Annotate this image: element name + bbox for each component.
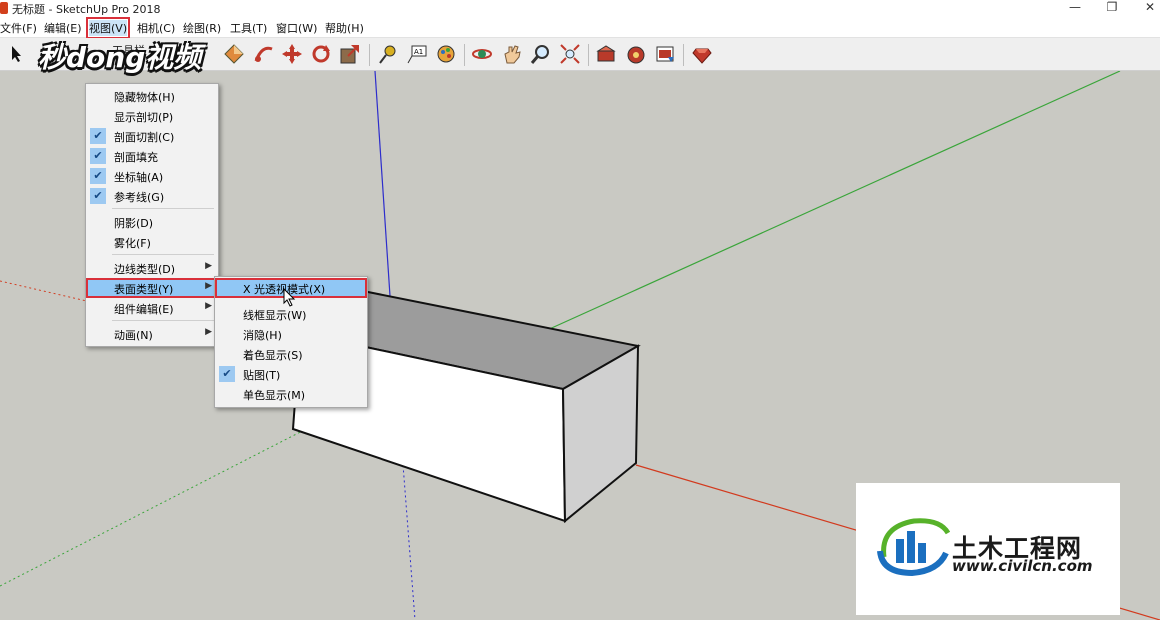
site-logo-url: www.civilcn.com: [952, 557, 1093, 575]
sketchup-app-icon: [0, 2, 8, 14]
checkmark-icon: ✔: [90, 128, 106, 144]
text-icon[interactable]: A1: [405, 42, 429, 66]
menu-bar: 文件(F) 编辑(E) 视图(V) 相机(C) 绘图(R) 工具(T) 窗口(W…: [0, 17, 1160, 39]
window-title: 无标题 - SketchUp Pro 2018: [12, 3, 161, 16]
close-button[interactable]: ✕: [1130, 0, 1160, 17]
menu-item-label: 贴图(T): [243, 369, 281, 382]
ruby-icon[interactable]: [690, 42, 714, 66]
zoom-extents-icon[interactable]: [558, 42, 582, 66]
site-logo-box: 土木工程网 www.civilcn.com: [856, 483, 1120, 615]
menu-edit[interactable]: 编辑(E): [44, 20, 82, 36]
toolbar-separator: [464, 44, 465, 66]
zoom-icon[interactable]: [529, 42, 553, 66]
face-style-hidden-line[interactable]: 消隐(H): [215, 324, 367, 344]
view-menu-axes[interactable]: ✔ 坐标轴(A): [86, 166, 218, 186]
menu-tools[interactable]: 工具(T): [230, 20, 267, 36]
menu-item-label: 雾化(F): [114, 237, 151, 250]
menu-separator: [112, 254, 214, 255]
checkmark-icon: ✔: [219, 366, 235, 382]
face-style-monochrome[interactable]: 单色显示(M): [215, 384, 367, 404]
view-menu-component-edit[interactable]: 组件编辑(E) ▶: [86, 298, 218, 318]
menu-item-label: 阴影(D): [114, 217, 154, 230]
toolbar-separator: [588, 44, 589, 66]
submenu-arrow-icon: ▶: [205, 327, 212, 337]
move-icon[interactable]: [280, 42, 304, 66]
svg-text:A1: A1: [414, 48, 423, 56]
menu-view[interactable]: 视图(V): [85, 17, 131, 39]
menu-separator: [112, 320, 214, 321]
menu-item-label: 参考线(G): [114, 191, 165, 204]
submenu-arrow-icon: ▶: [205, 301, 212, 311]
menu-item-label: 显示剖切(P): [114, 111, 174, 124]
view-menu-guides[interactable]: ✔ 参考线(G): [86, 186, 218, 206]
menu-item-label: 单色显示(M): [243, 389, 306, 402]
menu-item-label: 剖面填充: [114, 151, 158, 164]
toolbar-separator: [369, 44, 370, 66]
paint-icon[interactable]: [434, 42, 458, 66]
video-watermark: 秒dong视频: [38, 41, 202, 74]
menu-item-label: 边线类型(D): [114, 263, 176, 276]
menu-separator: [112, 208, 214, 209]
view-menu-fog[interactable]: 雾化(F): [86, 232, 218, 252]
menu-help[interactable]: 帮助(H): [325, 20, 364, 36]
checkmark-icon: ✔: [90, 188, 106, 204]
scale-icon[interactable]: [338, 42, 362, 66]
minimize-button[interactable]: —: [1055, 0, 1095, 17]
pan-icon[interactable]: [500, 42, 524, 66]
menu-item-label: 隐藏物体(H): [114, 91, 175, 104]
checkmark-icon: ✔: [90, 148, 106, 164]
view-menu-shadows[interactable]: 阴影(D): [86, 212, 218, 232]
view-menu-animation[interactable]: 动画(N) ▶: [86, 324, 218, 344]
orbit-icon[interactable]: [470, 42, 494, 66]
menu-window[interactable]: 窗口(W): [276, 20, 317, 36]
view-menu-dropdown: 隐藏物体(H) 显示剖切(P) ✔ 剖面切割(C) ✔ 剖面填充 ✔ 坐标轴(A…: [85, 83, 219, 347]
view-menu-hide-objects[interactable]: 隐藏物体(H): [86, 86, 218, 106]
view-menu-show-section-planes[interactable]: 显示剖切(P): [86, 106, 218, 126]
view-menu-edge-style[interactable]: 边线类型(D) ▶: [86, 258, 218, 278]
title-bar: 无标题 - SketchUp Pro 2018 — ❐ ✕: [0, 0, 1160, 17]
menu-file[interactable]: 文件(F): [0, 20, 37, 36]
menu-item-label: 坐标轴(A): [114, 171, 164, 184]
view-menu-section-fill[interactable]: ✔ 剖面填充: [86, 146, 218, 166]
push-pull-icon[interactable]: [222, 42, 246, 66]
checkmark-icon: ✔: [90, 168, 106, 184]
view-menu-face-style[interactable]: 表面类型(Y) ▶: [86, 278, 218, 298]
rotate-icon[interactable]: [309, 42, 333, 66]
components-icon[interactable]: [594, 42, 618, 66]
submenu-arrow-icon: ▶: [205, 281, 212, 291]
menu-item-label: 表面类型(Y): [114, 283, 174, 296]
warehouse-icon[interactable]: [653, 42, 677, 66]
restore-button[interactable]: ❐: [1092, 0, 1132, 17]
select-arrow-icon[interactable]: [5, 42, 29, 66]
face-style-textured[interactable]: ✔ 贴图(T): [215, 364, 367, 384]
menu-item-label: 线框显示(W): [243, 309, 307, 322]
menu-draw[interactable]: 绘图(R): [183, 20, 221, 36]
menu-item-label: 动画(N): [114, 329, 153, 342]
menu-item-label: 消隐(H): [243, 329, 282, 342]
offset-icon[interactable]: [251, 42, 275, 66]
face-style-shaded[interactable]: 着色显示(S): [215, 344, 367, 364]
menu-item-label: 组件编辑(E): [114, 303, 174, 316]
menu-camera[interactable]: 相机(C): [137, 20, 175, 36]
green-axis-line: [544, 71, 1121, 332]
view-menu-section-cut[interactable]: ✔ 剖面切割(C): [86, 126, 218, 146]
blue-axis-line: [374, 71, 391, 297]
mouse-cursor-icon: [283, 288, 296, 307]
tape-measure-icon[interactable]: [376, 42, 400, 66]
menu-item-label: 着色显示(S): [243, 349, 303, 362]
menu-item-label: 剖面切割(C): [114, 131, 175, 144]
toolbar-separator: [683, 44, 684, 66]
building-logo-icon: [877, 518, 950, 577]
styles-icon[interactable]: [624, 42, 648, 66]
submenu-arrow-icon: ▶: [205, 261, 212, 271]
